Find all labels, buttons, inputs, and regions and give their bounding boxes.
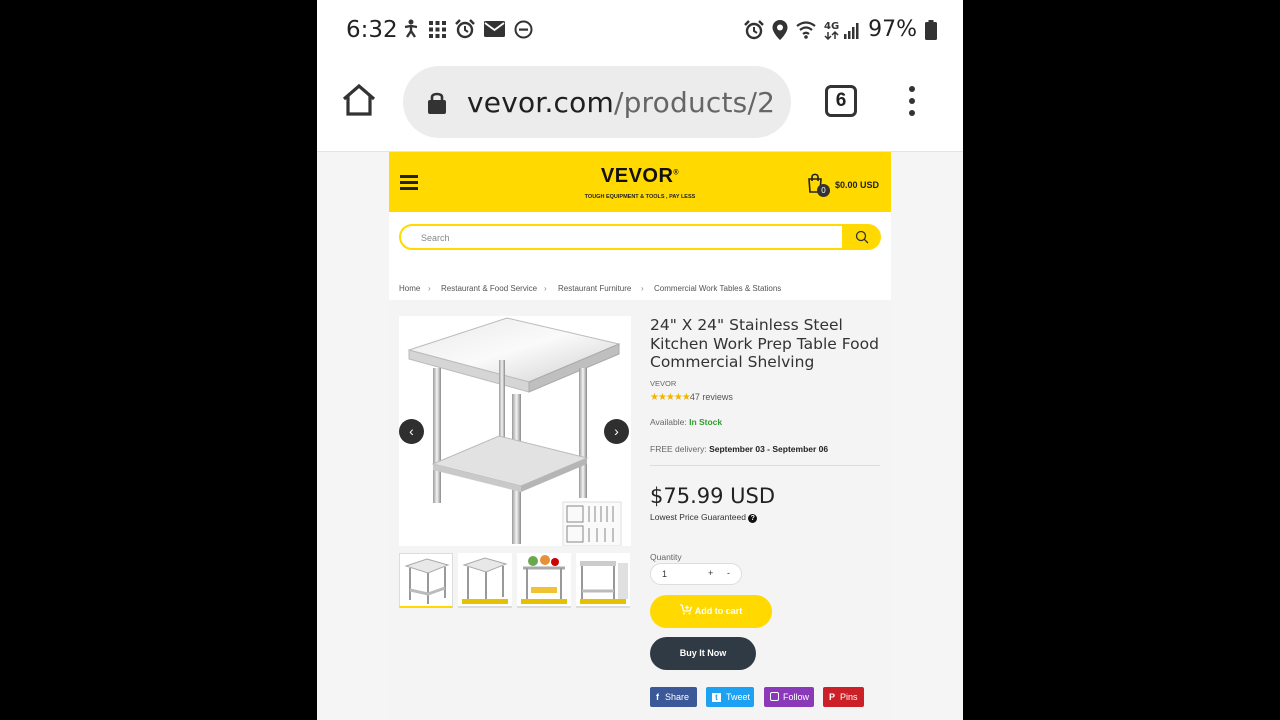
pinterest-icon: P xyxy=(829,692,836,702)
battery-icon xyxy=(925,19,937,40)
alarm-icon xyxy=(744,19,764,39)
search-button[interactable] xyxy=(842,224,881,250)
thumbnail-4[interactable] xyxy=(576,553,630,608)
cart-total[interactable]: $0.00 USD xyxy=(835,180,879,190)
quantity-increase-button[interactable]: + xyxy=(708,568,713,578)
breadcrumb-separator: › xyxy=(641,284,644,293)
review-count: 47 reviews xyxy=(689,392,733,402)
pinterest-pin-button[interactable]: P Pins xyxy=(823,687,864,707)
product-title: 24" X 24" Stainless Steel Kitchen Work P… xyxy=(650,316,879,371)
status-time: 6:32 xyxy=(346,17,398,43)
facebook-share-label: Share xyxy=(665,692,690,702)
add-to-cart-label: Add to cart xyxy=(694,606,743,616)
availability: Available: In Stock xyxy=(650,417,722,427)
divider xyxy=(650,465,880,466)
add-to-cart-button[interactable]: Add to cart xyxy=(650,595,772,628)
instagram-icon xyxy=(770,692,779,701)
facebook-icon: f xyxy=(656,692,659,702)
quantity-decrease-button[interactable]: - xyxy=(727,568,730,578)
status-bar: 6:32 4G 97% xyxy=(317,0,963,62)
instagram-follow-button[interactable]: Follow xyxy=(764,687,814,707)
rating-stars: ★★★★★ xyxy=(650,392,691,403)
product-info: 24" X 24" Stainless Steel Kitchen Work P… xyxy=(650,316,882,707)
breadcrumb-restaurant-furniture[interactable]: Restaurant Furniture xyxy=(558,284,631,293)
signal-4g-icon: 4G xyxy=(824,21,859,40)
url-domain: vevor.com xyxy=(467,86,614,119)
do-not-disturb-icon xyxy=(514,20,533,38)
breadcrumb-restaurant-food-service[interactable]: Restaurant & Food Service xyxy=(441,284,537,293)
instagram-follow-label: Follow xyxy=(783,692,810,702)
twitter-tweet-button[interactable]: t Tweet xyxy=(706,687,754,707)
location-icon xyxy=(772,19,788,40)
delivery-dates: September 03 - September 06 xyxy=(709,444,829,454)
alarm-icon xyxy=(455,19,475,39)
gallery-prev-button[interactable]: ‹ xyxy=(399,419,424,444)
search-row: Search xyxy=(389,212,891,276)
thumbnail-image xyxy=(462,557,508,604)
delivery-info: FREE delivery: September 03 - September … xyxy=(650,444,828,454)
accessibility-icon xyxy=(404,19,418,38)
site-tagline: TOUGH EQUIPMENT & TOOLS , PAY LESS xyxy=(584,194,696,200)
address-bar[interactable]: vevor.com/products/2 xyxy=(403,66,791,138)
availability-label: Available: xyxy=(650,417,687,427)
cart-count-badge: 0 xyxy=(817,184,830,197)
breadcrumb-current[interactable]: Commercial Work Tables & Stations xyxy=(654,284,781,293)
web-page: VEVOR® TOUGH EQUIPMENT & TOOLS , PAY LES… xyxy=(389,152,891,720)
help-icon[interactable]: ? xyxy=(748,514,758,523)
thumbnail-3[interactable] xyxy=(517,553,571,608)
twitter-icon: t xyxy=(712,693,721,702)
search-input[interactable]: Search xyxy=(399,224,843,250)
price-guarantee-text: Lowest Price Guaranteed xyxy=(650,512,746,522)
product-brand[interactable]: VEVOR xyxy=(650,379,676,388)
url-text: vevor.com/products/2 xyxy=(467,86,775,119)
battery-percent: 97% xyxy=(868,17,917,42)
quantity-stepper: 1 + - xyxy=(650,563,742,585)
url-path: /products/2 xyxy=(613,86,776,119)
apps-grid-icon xyxy=(429,20,446,38)
price-guarantee: Lowest Price Guaranteed ? xyxy=(650,512,758,523)
svg-text:4G: 4G xyxy=(824,21,839,32)
quantity-label: Quantity xyxy=(650,552,682,562)
site-header: VEVOR® TOUGH EQUIPMENT & TOOLS , PAY LES… xyxy=(389,152,891,212)
lock-icon xyxy=(428,92,446,114)
thumbnail-image xyxy=(404,558,450,604)
thumbnail-strip xyxy=(399,553,631,609)
delivery-label: FREE delivery: xyxy=(650,444,707,454)
browser-toolbar: vevor.com/products/2 6 xyxy=(317,62,963,152)
breadcrumb-home[interactable]: Home xyxy=(399,284,420,293)
product-image[interactable] xyxy=(399,316,631,547)
breadcrumb: Home › Restaurant & Food Service › Resta… xyxy=(389,276,891,300)
wifi-icon xyxy=(796,20,816,39)
twitter-tweet-label: Tweet xyxy=(726,692,751,702)
logo-registered-mark: ® xyxy=(673,169,680,177)
thumbnail-1[interactable] xyxy=(399,553,453,608)
thumbnail-image xyxy=(580,561,628,604)
pinterest-pin-label: Pins xyxy=(840,692,858,702)
quantity-value[interactable]: 1 xyxy=(662,569,667,579)
thumbnail-image xyxy=(521,555,567,604)
breadcrumb-separator: › xyxy=(428,284,431,293)
breadcrumb-separator: › xyxy=(544,284,547,293)
product-rating[interactable]: ★★★★★47 reviews xyxy=(650,392,733,403)
cart-plus-icon xyxy=(679,604,692,615)
overflow-menu-icon[interactable] xyxy=(907,86,917,118)
tab-switcher-button[interactable]: 6 xyxy=(825,85,857,117)
search-icon xyxy=(855,230,869,244)
home-icon[interactable] xyxy=(341,82,377,118)
buy-now-button[interactable]: Buy It Now xyxy=(650,637,756,670)
thumbnail-2[interactable] xyxy=(458,553,512,608)
product-price: $75.99 USD xyxy=(650,484,776,508)
logo-text: VEVOR xyxy=(600,165,674,187)
stock-status: In Stock xyxy=(689,417,723,427)
product-gallery: ‹ › xyxy=(399,316,631,547)
mail-icon xyxy=(484,21,505,37)
phone-screen: 6:32 4G 97% vevor.com/products/2 6 VEVOR… xyxy=(317,0,963,720)
gallery-next-button[interactable]: › xyxy=(604,419,629,444)
facebook-share-button[interactable]: f Share xyxy=(650,687,697,707)
search-placeholder: Search xyxy=(421,233,450,243)
